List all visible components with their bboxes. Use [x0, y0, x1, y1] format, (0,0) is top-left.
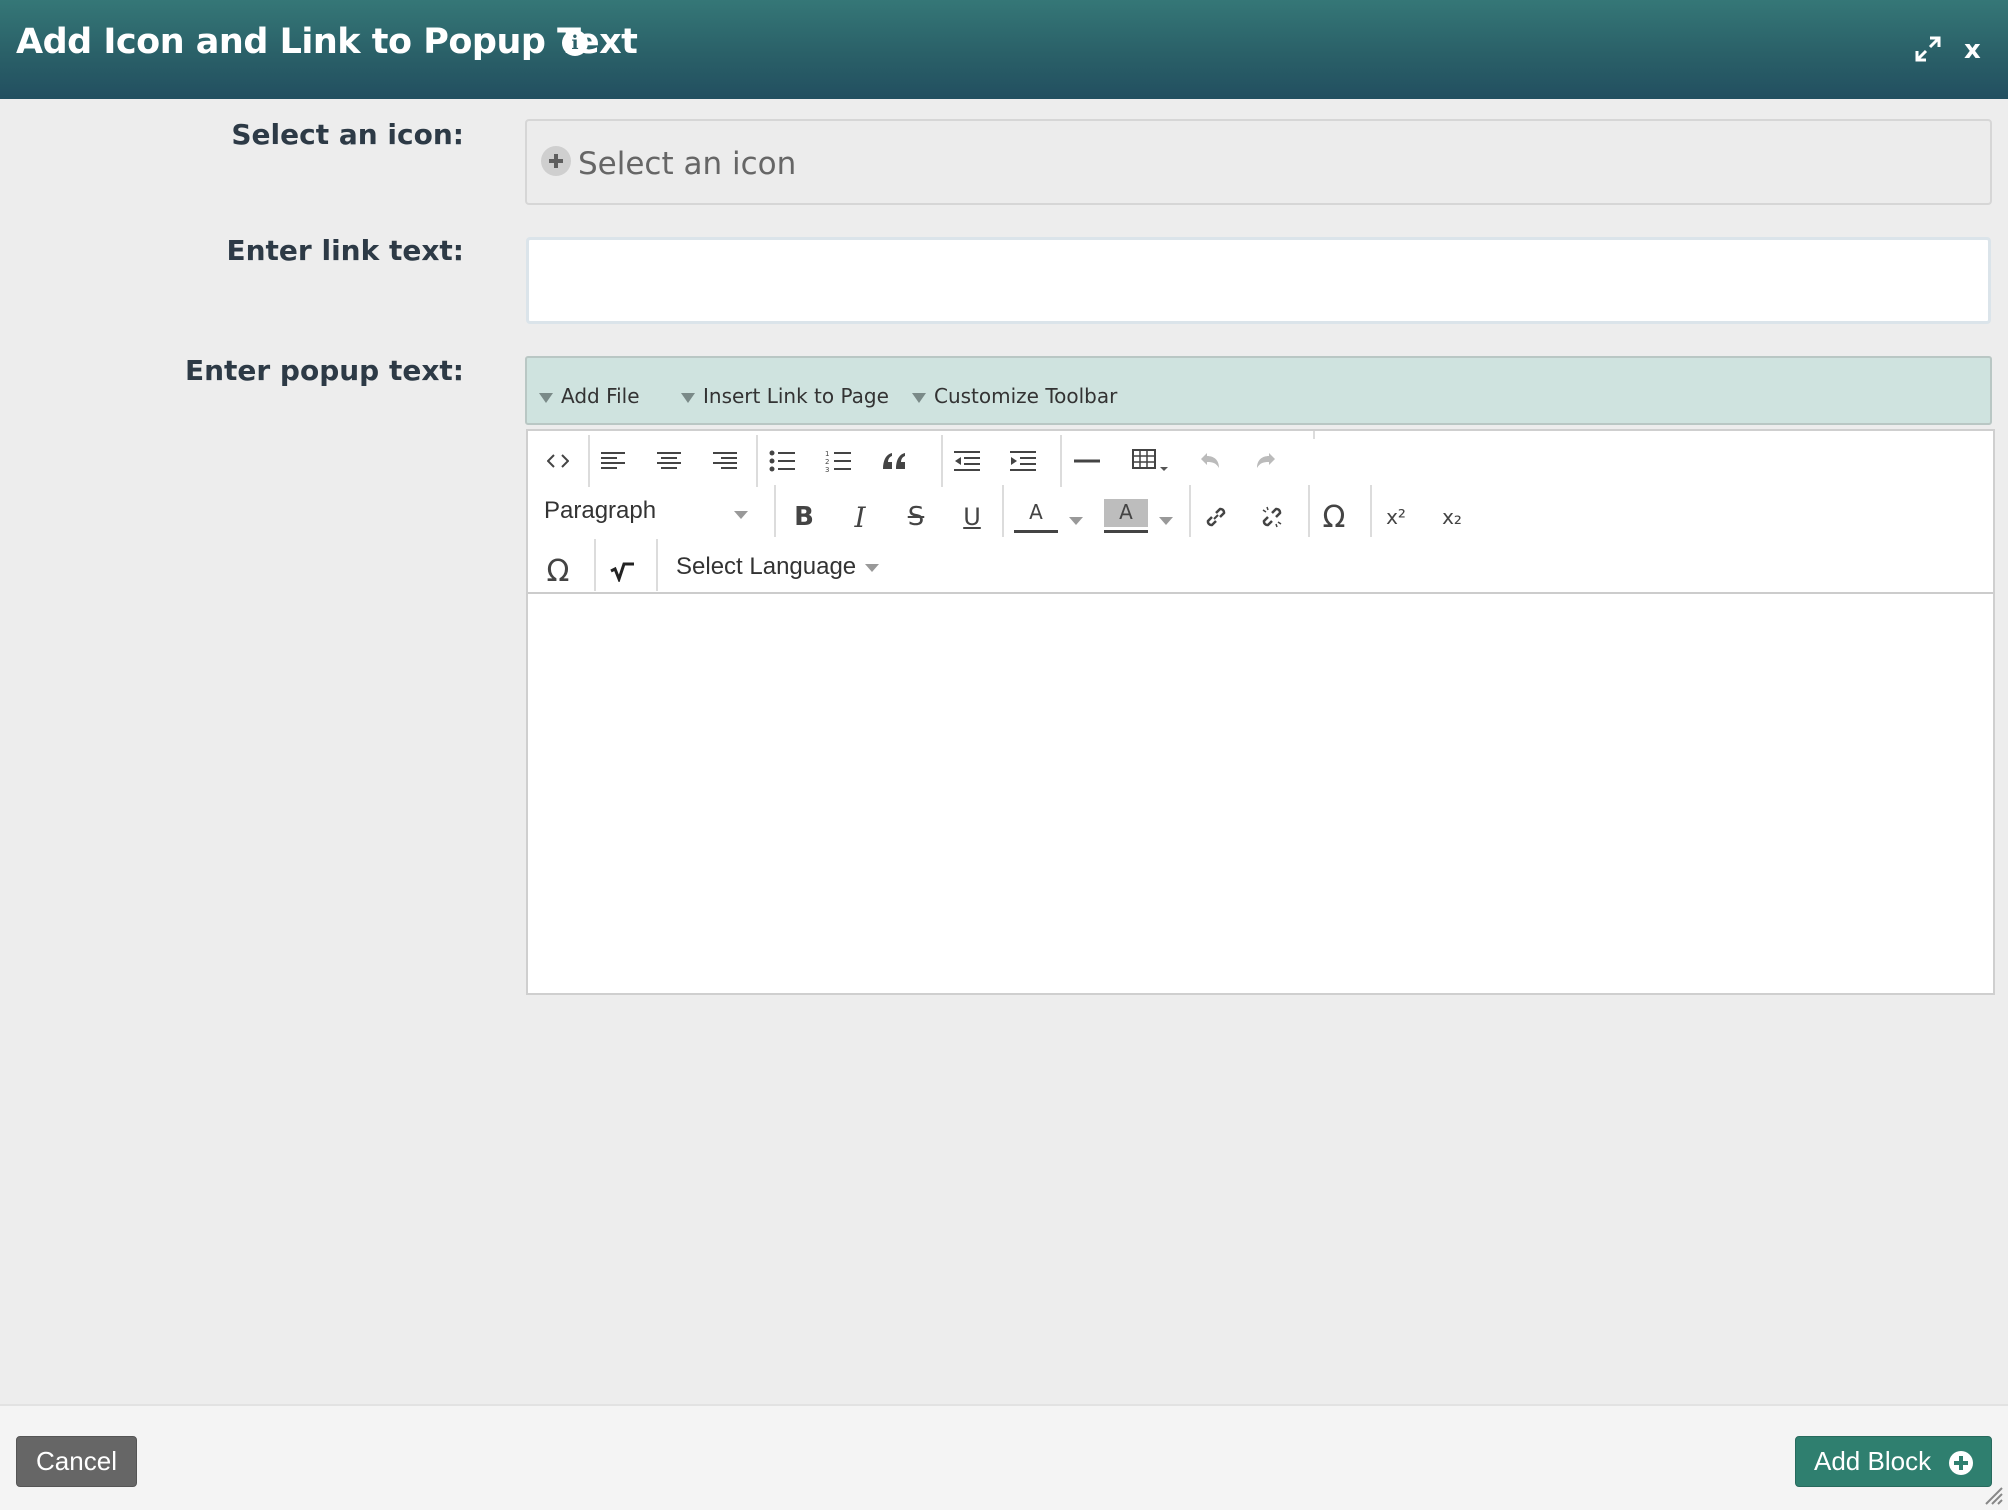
toolbar-separator	[594, 539, 596, 591]
caret-down-icon	[865, 564, 879, 572]
subscript-icon[interactable]: x₂	[1430, 495, 1474, 539]
editor-plugin-bar: Add File Insert Link to Page Customize T…	[525, 356, 1992, 425]
align-left-icon[interactable]	[591, 439, 635, 483]
icon-label: Select an icon:	[231, 118, 464, 151]
rich-text-editor: 123 Paragraph B I S U A A Ω x² x₂ Ω Sele…	[526, 429, 1995, 995]
toolbar-separator	[1002, 485, 1004, 537]
close-button[interactable]: x	[1964, 32, 1981, 68]
blockquote-icon[interactable]	[872, 439, 916, 483]
code-icon[interactable]	[536, 439, 580, 483]
underline-icon[interactable]: U	[950, 495, 994, 539]
toolbar-separator	[1308, 485, 1310, 537]
paragraph-format-select[interactable]: Paragraph	[544, 497, 656, 525]
svg-text:3: 3	[825, 466, 829, 472]
svg-text:1: 1	[825, 450, 829, 458]
math-icon[interactable]	[600, 549, 644, 593]
unlink-icon[interactable]	[1250, 495, 1294, 539]
icon-select-button[interactable]: Select an icon	[525, 119, 1992, 205]
customize-toolbar-label: Customize Toolbar	[934, 384, 1118, 408]
italic-icon[interactable]: I	[838, 495, 882, 539]
omega-icon[interactable]: Ω	[536, 549, 580, 593]
caret-down-icon	[1069, 517, 1083, 525]
bullet-list-icon[interactable]	[760, 439, 804, 483]
link-text-input[interactable]	[526, 237, 1991, 324]
link-text-label: Enter link text:	[226, 234, 464, 267]
caret-down-icon	[1159, 517, 1173, 525]
dialog-footer: Cancel Add Block	[0, 1404, 2008, 1510]
table-icon[interactable]	[1123, 439, 1179, 483]
caret-down-icon	[539, 392, 553, 403]
special-character-icon[interactable]: Ω	[1312, 495, 1356, 539]
toolbar-separator	[656, 539, 658, 591]
caret-down-icon	[681, 392, 695, 403]
numbered-list-icon[interactable]: 123	[816, 439, 860, 483]
cancel-button[interactable]: Cancel	[16, 1436, 137, 1487]
editor-content-area[interactable]	[528, 594, 1993, 993]
svg-text:2: 2	[825, 458, 829, 466]
expand-icon[interactable]	[1913, 34, 1943, 64]
toolbar-separator	[1313, 431, 1315, 439]
strikethrough-icon[interactable]: S	[894, 495, 938, 539]
dialog-title: Add Icon and Link to Popup Text	[16, 22, 638, 62]
align-center-icon[interactable]	[647, 439, 691, 483]
toolbar-separator	[1189, 485, 1191, 537]
dialog-header: Add Icon and Link to Popup Text i x	[0, 0, 2008, 99]
add-block-label: Add Block	[1814, 1446, 1932, 1476]
outdent-icon[interactable]	[945, 439, 989, 483]
caret-down-icon	[912, 392, 926, 403]
background-color-icon[interactable]: A	[1104, 493, 1148, 533]
superscript-icon[interactable]: x²	[1374, 495, 1418, 539]
resize-handle-icon[interactable]	[1980, 1482, 2004, 1506]
text-color-icon[interactable]: A	[1014, 493, 1058, 533]
add-file-label: Add File	[561, 384, 640, 408]
link-icon[interactable]	[1194, 495, 1238, 539]
undo-icon[interactable]	[1188, 439, 1232, 483]
toolbar-separator	[941, 435, 943, 487]
toolbar-separator	[756, 435, 758, 487]
caret-down-icon	[734, 511, 748, 519]
bold-icon[interactable]: B	[782, 495, 826, 539]
info-icon[interactable]: i	[562, 30, 588, 56]
redo-icon[interactable]	[1244, 439, 1288, 483]
horizontal-rule-icon[interactable]	[1065, 439, 1109, 483]
language-select[interactable]: Select Language	[676, 553, 856, 581]
plus-circle-icon	[1949, 1451, 1973, 1475]
indent-icon[interactable]	[1001, 439, 1045, 483]
align-right-icon[interactable]	[703, 439, 747, 483]
toolbar-separator	[1370, 485, 1372, 537]
insert-link-to-page-button[interactable]: Insert Link to Page	[681, 384, 889, 408]
popup-text-label: Enter popup text:	[184, 354, 464, 387]
toolbar-separator	[774, 485, 776, 537]
add-file-button[interactable]: Add File	[539, 384, 640, 408]
icon-select-placeholder: Select an icon	[578, 146, 797, 182]
add-block-button[interactable]: Add Block	[1795, 1436, 1992, 1487]
insert-link-label: Insert Link to Page	[703, 384, 889, 408]
plus-circle-icon	[541, 146, 571, 176]
editor-toolbar: 123 Paragraph B I S U A A Ω x² x₂ Ω Sele…	[528, 431, 1993, 594]
customize-toolbar-button[interactable]: Customize Toolbar	[912, 384, 1117, 408]
toolbar-separator	[1060, 435, 1062, 487]
toolbar-separator	[588, 435, 590, 487]
